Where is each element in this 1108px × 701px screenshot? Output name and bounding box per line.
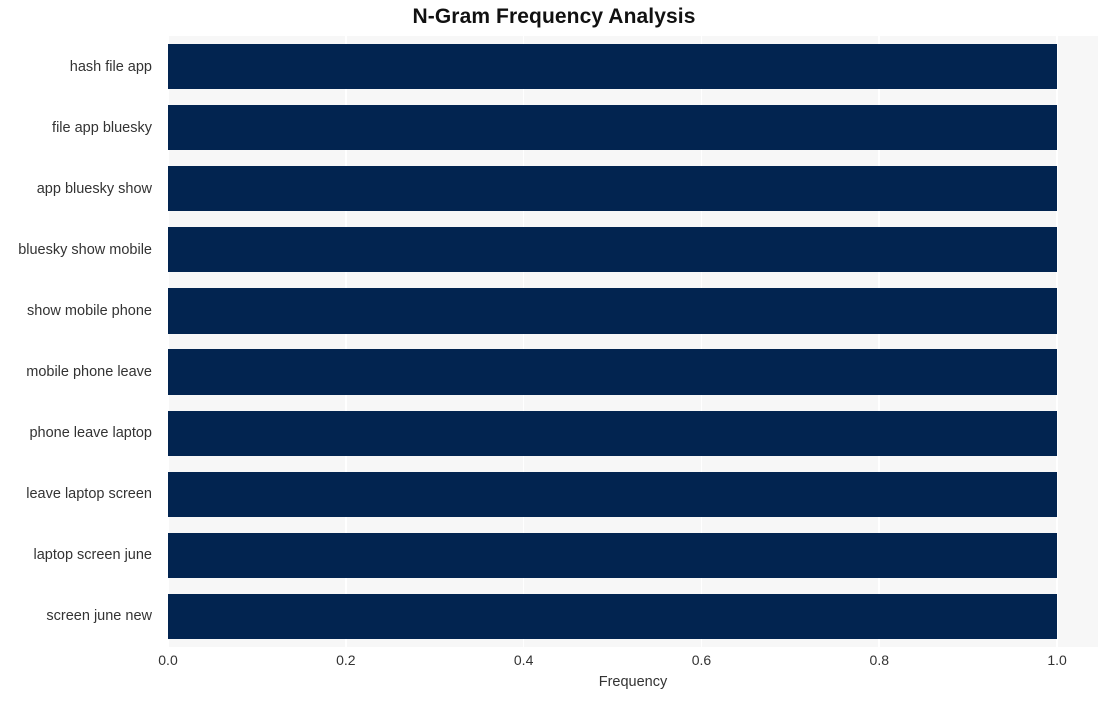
bar[interactable] bbox=[168, 349, 1058, 395]
x-axis-tick-label: 0.2 bbox=[336, 652, 356, 668]
bar-row[interactable] bbox=[168, 532, 1098, 578]
y-axis-tick-label: screen june new bbox=[46, 608, 152, 625]
y-axis-tick-label: phone leave laptop bbox=[29, 425, 152, 442]
bar-row[interactable] bbox=[168, 593, 1098, 640]
bar-row[interactable] bbox=[168, 288, 1098, 334]
y-axis-tick-label: show mobile phone bbox=[27, 302, 152, 319]
bar-row[interactable] bbox=[168, 410, 1098, 456]
y-axis-tick-label: file app bluesky bbox=[52, 119, 152, 136]
plot-area bbox=[168, 36, 1098, 647]
bar-row[interactable] bbox=[168, 105, 1098, 151]
y-axis-tick-label: leave laptop screen bbox=[26, 486, 152, 503]
bar[interactable] bbox=[168, 471, 1058, 517]
y-axis-tick-label: app bluesky show bbox=[36, 180, 152, 197]
y-axis-tick-label: laptop screen june bbox=[33, 547, 153, 564]
x-axis-tick-label: 0.6 bbox=[691, 652, 712, 668]
bar[interactable] bbox=[168, 166, 1058, 212]
bar[interactable] bbox=[168, 227, 1058, 273]
y-axis-tick-label: mobile phone leave bbox=[26, 364, 152, 381]
x-axis-tick-label: 0.0 bbox=[158, 652, 178, 668]
y-axis-tick-label: hash file app bbox=[69, 58, 152, 75]
bars-layer bbox=[168, 36, 1098, 647]
bar[interactable] bbox=[168, 105, 1058, 151]
bar-row[interactable] bbox=[168, 227, 1098, 273]
bar[interactable] bbox=[168, 410, 1058, 456]
bar[interactable] bbox=[168, 532, 1058, 578]
y-axis-tick-labels: hash file app file app bluesky app bluesky… bbox=[0, 36, 160, 647]
bar-row[interactable] bbox=[168, 349, 1098, 395]
bar[interactable] bbox=[168, 593, 1058, 640]
x-axis-tick-label: 1.0 bbox=[1047, 652, 1067, 668]
page-title: N-Gram Frequency Analysis bbox=[412, 5, 696, 28]
x-axis-tick-labels: 0.0 0.2 0.4 0.6 0.8 1.0 bbox=[0, 652, 1108, 674]
bar[interactable] bbox=[168, 288, 1058, 334]
x-axis-tick-label: 0.8 bbox=[869, 652, 889, 668]
bar-row[interactable] bbox=[168, 166, 1098, 212]
bar[interactable] bbox=[168, 43, 1058, 90]
chart-figure: N-Gram Frequency Analysis hash file app f… bbox=[0, 0, 1108, 701]
x-axis-label: Frequency bbox=[598, 674, 668, 690]
bar-row[interactable] bbox=[168, 43, 1098, 90]
x-axis-tick-label: 0.4 bbox=[513, 652, 534, 668]
y-axis-tick-label: bluesky show mobile bbox=[18, 241, 152, 258]
bar-row[interactable] bbox=[168, 471, 1098, 517]
